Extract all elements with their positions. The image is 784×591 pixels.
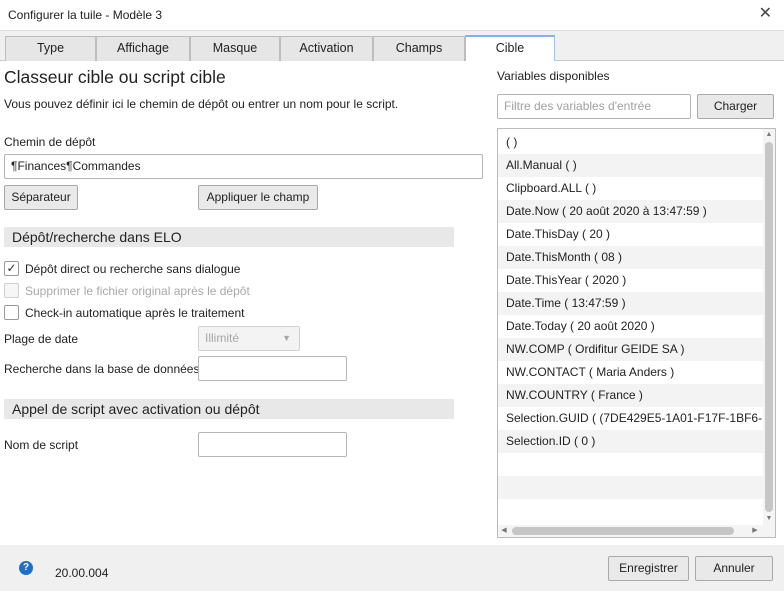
delete-original-checkbox [4,283,19,298]
list-item[interactable]: Selection.ID ( 0 ) [498,430,764,453]
list-item[interactable]: Date.ThisMonth ( 08 ) [498,246,764,269]
list-item[interactable]: Clipboard.ALL ( ) [498,177,764,200]
scroll-right-icon[interactable]: ▶ [749,525,761,537]
tab-activation[interactable]: Activation [280,36,373,61]
load-button[interactable]: Charger [697,94,774,119]
apply-field-button[interactable]: Appliquer le champ [198,185,318,210]
page-description: Vous pouvez définir ici le chemin de dép… [4,97,399,111]
db-search-label: Recherche dans la base de données [4,362,200,376]
tab-cible[interactable]: Cible [465,35,555,61]
list-item[interactable]: ( ) [498,131,764,154]
scroll-left-icon[interactable]: ◀ [498,525,510,537]
script-name-label: Nom de script [4,438,79,452]
list-item[interactable]: Selection.GUID ( (7DE429E5-1A01-F17F-1BF… [498,407,764,430]
variables-list: ( ) All.Manual ( ) Clipboard.ALL ( ) Dat… [497,128,776,538]
tab-affichage[interactable]: Affichage [96,36,190,61]
list-empty-row [498,453,764,476]
vertical-scrollbar[interactable]: ▲ ▼ [763,129,775,525]
path-label: Chemin de dépôt [4,135,96,149]
save-button[interactable]: Enregistrer [608,556,689,581]
horizontal-scrollbar[interactable]: ◀ ▶ [498,525,775,537]
list-item[interactable]: Date.ThisYear ( 2020 ) [498,269,764,292]
list-item[interactable]: Date.Now ( 20 août 2020 à 13:47:59 ) [498,200,764,223]
section-script-header: Appel de script avec activation ou dépôt [4,399,454,419]
auto-checkin-label: Check-in automatique après le traitement [25,306,245,320]
horizontal-scroll-thumb[interactable] [512,527,734,535]
date-range-label: Plage de date [4,332,79,346]
list-item[interactable]: All.Manual ( ) [498,154,764,177]
page-title: Classeur cible ou script cible [4,67,226,87]
tab-bar: Type Affichage Masque Activation Champs … [0,31,784,61]
list-item[interactable]: NW.COUNTRY ( France ) [498,384,764,407]
section-elo-header: Dépôt/recherche dans ELO [4,227,454,247]
cancel-button[interactable]: Annuler [695,556,773,581]
title-bar: Configurer la tuile - Modèle 3 ✕ [0,0,784,31]
list-empty-row [498,476,764,499]
list-item[interactable]: Date.ThisDay ( 20 ) [498,223,764,246]
list-item[interactable]: NW.CONTACT ( Maria Anders ) [498,361,764,384]
list-item[interactable]: Date.Time ( 13:47:59 ) [498,292,764,315]
help-icon[interactable]: ? [19,561,33,575]
vertical-scroll-thumb[interactable] [765,142,773,512]
footer-bar: ? 20.00.004 Enregistrer Annuler [0,545,784,591]
direct-deposit-checkbox[interactable]: ✓ [4,261,19,276]
list-item[interactable]: NW.COMP ( Ordifitur GEIDE SA ) [498,338,764,361]
chevron-down-icon: ▼ [282,333,291,343]
variables-filter-input[interactable]: Filtre des variables d'entrée [497,94,691,119]
direct-deposit-label: Dépôt direct ou recherche sans dialogue [25,262,241,276]
date-range-value: Illimité [205,331,240,345]
delete-original-label: Supprimer le fichier original après le d… [25,284,250,298]
tab-champs[interactable]: Champs [373,36,465,61]
tab-masque[interactable]: Masque [190,36,280,61]
path-input[interactable]: ¶Finances¶Commandes [4,154,483,179]
script-name-input[interactable] [198,432,347,457]
list-item[interactable]: Date.Today ( 20 août 2020 ) [498,315,764,338]
db-search-input[interactable] [198,356,347,381]
separator-button[interactable]: Séparateur [4,185,78,210]
window-title: Configurer la tuile - Modèle 3 [8,8,163,22]
close-icon[interactable]: ✕ [759,5,772,23]
variables-label: Variables disponibles [497,69,610,83]
scroll-down-icon[interactable]: ▼ [763,513,775,525]
tab-type[interactable]: Type [5,36,96,61]
scroll-up-icon[interactable]: ▲ [763,129,775,141]
date-range-select: Illimité ▼ [198,326,300,351]
auto-checkin-checkbox[interactable] [4,305,19,320]
version-label: 20.00.004 [55,566,109,580]
